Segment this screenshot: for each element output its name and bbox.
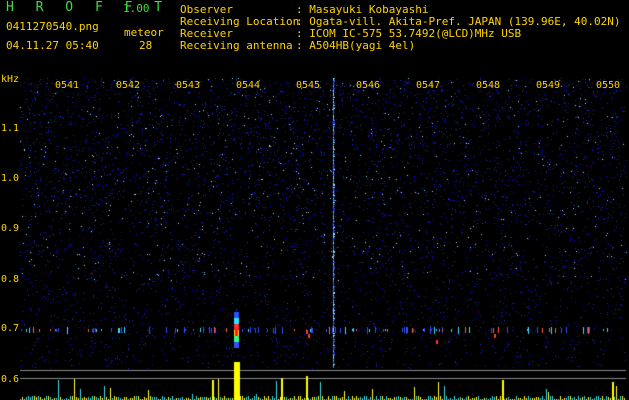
time-tick: 0544 xyxy=(236,80,261,91)
observer-value: : Masayuki Kobayashi xyxy=(296,3,429,16)
antenna-label: Receiving antenna xyxy=(180,39,293,52)
app-version: 1.00 xyxy=(123,2,150,15)
time-tick: 0549 xyxy=(536,80,561,91)
file-name: 0411270540.png xyxy=(6,20,99,33)
location-label: Receiving Location xyxy=(180,15,300,28)
header-panel: H R O F F T 1.00 0411270540.png 04.11.27… xyxy=(0,0,629,72)
spectrogram-canvas xyxy=(0,72,629,400)
freq-tick: 0.7 xyxy=(1,323,20,334)
time-tick: 0550 xyxy=(596,80,621,91)
meteor-count: 28 xyxy=(139,39,153,52)
time-tick: 0546 xyxy=(356,80,381,91)
time-tick: 0547 xyxy=(416,80,441,91)
time-tick: 0541 xyxy=(55,80,80,91)
location-value: : Ogata-vill. Akita-Pref. JAPAN (139.96E… xyxy=(296,15,621,28)
freq-tick: 1.1 xyxy=(1,123,20,134)
receiver-label: Receiver xyxy=(180,27,233,40)
receiver-value: : ICOM IC-575 53.7492(@LCD)MHz USB xyxy=(296,27,522,40)
freq-tick: 1.0 xyxy=(1,173,20,184)
antenna-value: : A504HB(yagi 4el) xyxy=(296,39,416,52)
y-unit-label: kHz xyxy=(1,74,20,85)
time-tick: 0545 xyxy=(296,80,321,91)
freq-tick: 0.8 xyxy=(1,274,20,285)
freq-tick: 0.9 xyxy=(1,223,20,234)
meteor-label: meteor xyxy=(124,26,164,39)
observer-label: Observer xyxy=(180,3,233,16)
time-tick: 0543 xyxy=(176,80,201,91)
date-time: 04.11.27 05:40 xyxy=(6,39,99,52)
time-tick: 0548 xyxy=(476,80,501,91)
time-tick: 0542 xyxy=(116,80,141,91)
freq-tick: 0.6 xyxy=(1,374,20,385)
